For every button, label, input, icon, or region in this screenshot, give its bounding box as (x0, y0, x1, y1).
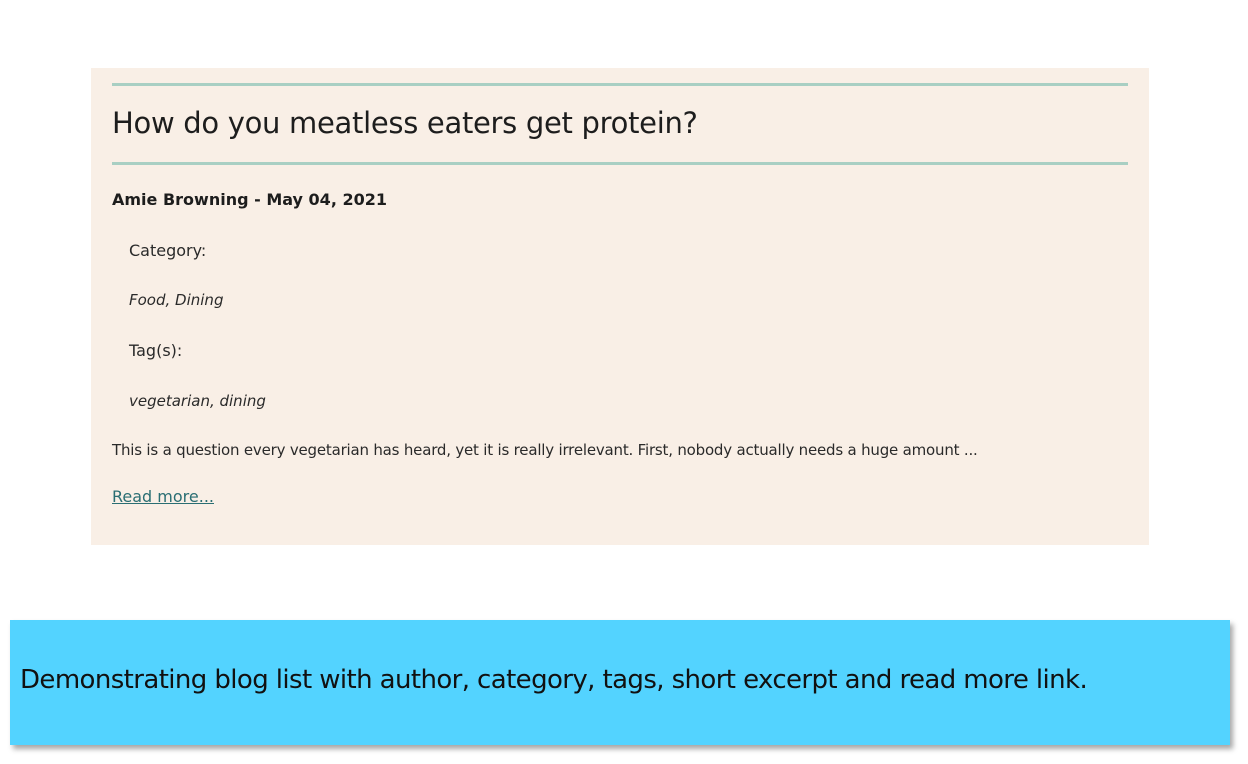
read-more-link[interactable]: Read more... (112, 487, 214, 506)
tag-values: vegetarian, dining (129, 392, 266, 410)
title-top-divider (112, 83, 1128, 86)
post-excerpt: This is a question every vegetarian has … (112, 441, 978, 459)
caption-text: Demonstrating blog list with author, cat… (20, 665, 1088, 695)
post-byline: Amie Browning - May 04, 2021 (112, 190, 387, 209)
blog-post-card: How do you meatless eaters get protein? … (91, 68, 1149, 545)
category-label: Category: (129, 241, 207, 260)
tags-label: Tag(s): (129, 341, 183, 360)
title-bottom-divider (112, 162, 1128, 165)
caption-box: Demonstrating blog list with author, cat… (10, 620, 1230, 745)
post-title: How do you meatless eaters get protein? (112, 106, 698, 140)
category-values: Food, Dining (129, 291, 224, 309)
